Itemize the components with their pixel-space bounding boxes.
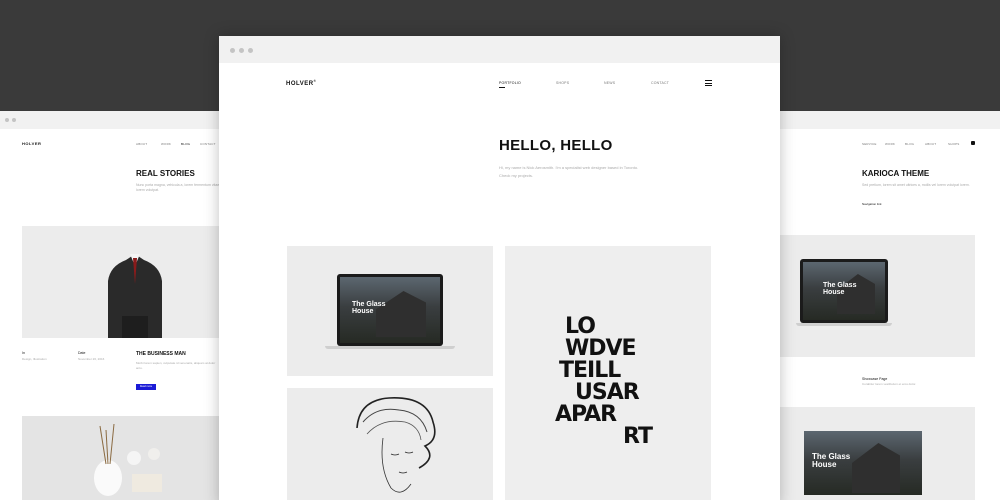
- hero-text: Hi, my name is Nick Aerosmith. I'm a spe…: [499, 165, 639, 170]
- nav-item[interactable]: WORK: [161, 142, 171, 146]
- nav-item-portfolio[interactable]: PORTFOLIO: [499, 81, 521, 85]
- hero-text-secondary: Check my projects.: [499, 173, 534, 178]
- nav-item-news[interactable]: NEWS: [604, 81, 615, 85]
- site-logo[interactable]: HOLVER: [22, 141, 41, 146]
- page-title: REAL STORIES: [136, 169, 195, 178]
- nav-item[interactable]: SHOPS: [948, 142, 960, 146]
- nav-item[interactable]: BLOG: [905, 142, 914, 146]
- nav-active-underline: [499, 87, 505, 88]
- house-thumbnail: The Glass House: [804, 431, 922, 495]
- nav-link[interactable]: Navigation link: [862, 202, 882, 206]
- meta-category: In Design, Illustration: [22, 351, 47, 361]
- window-dot-icon[interactable]: [12, 118, 16, 122]
- nav-item[interactable]: ABOUT: [136, 142, 147, 146]
- thumbnail-image[interactable]: The Glass House: [760, 407, 975, 500]
- product-image[interactable]: [22, 416, 240, 500]
- window-dot-icon[interactable]: [239, 48, 244, 53]
- caption-title: Showcase Page: [862, 377, 888, 381]
- hamburger-icon[interactable]: [705, 80, 712, 86]
- feature-image[interactable]: [22, 226, 240, 338]
- thumbnail-label: The Glass House: [812, 452, 851, 470]
- laptop-screen: The Glass House: [800, 259, 888, 323]
- intro-text: Sed pretium, lorem sit amet ultrices a, …: [862, 183, 970, 187]
- center-browser-window: HOLVER® PORTFOLIO SHOPS NEWS CONTACT HEL…: [219, 36, 780, 500]
- businessman-image: [108, 254, 162, 338]
- window-dot-icon[interactable]: [230, 48, 235, 53]
- browser-chrome: [760, 111, 1000, 129]
- typo-line: APAR: [555, 402, 617, 427]
- hero-title: HELLO, HELLO: [499, 137, 613, 154]
- caption-text: Curabitur lorem vestibulum et eros dolor…: [862, 382, 917, 386]
- portrait-sketch-image: [356, 397, 436, 493]
- nav-item[interactable]: BLOG: [181, 142, 190, 146]
- card-text: Morbi lorem sapien, vulputate id venenat…: [136, 361, 216, 370]
- portfolio-tile-sketch[interactable]: [287, 388, 493, 500]
- right-browser-window: SERVICE WORK BLOG ABOUT SHOPS KARIOCA TH…: [760, 111, 1000, 500]
- laptop-label: The Glass House: [823, 282, 857, 297]
- feature-image[interactable]: The Glass House: [760, 235, 975, 357]
- nav-item[interactable]: CONTACT: [200, 142, 216, 146]
- window-dot-icon[interactable]: [248, 48, 253, 53]
- intro-text: Nunc porta magna, vehicula a, lorem ferm…: [136, 183, 220, 192]
- nav-item-contact[interactable]: CONTACT: [651, 81, 669, 85]
- left-browser-window: HOLVER ABOUT WORK BLOG CONTACT REAL STOR…: [0, 111, 240, 500]
- browser-chrome: [219, 36, 780, 63]
- typo-line: RT: [623, 424, 653, 449]
- site-logo[interactable]: HOLVER®: [286, 79, 316, 87]
- card-title: THE BUSINESS MAN: [136, 351, 186, 357]
- nav-item[interactable]: WORK: [885, 142, 895, 146]
- window-dot-icon[interactable]: [5, 118, 9, 122]
- vase-image: [94, 423, 162, 496]
- bag-icon[interactable]: [971, 141, 975, 145]
- portfolio-tile-glass-house[interactable]: The Glass House: [287, 246, 493, 376]
- laptop-base: [796, 323, 892, 326]
- browser-chrome: [0, 111, 240, 129]
- nav-item-shops[interactable]: SHOPS: [556, 81, 569, 85]
- nav-item[interactable]: SERVICE: [862, 142, 877, 146]
- laptop-screen: The Glass House: [337, 274, 443, 346]
- meta-date: Date November 26, 2016: [78, 351, 105, 361]
- page-title: KARIOCA THEME: [862, 169, 930, 178]
- nav-item[interactable]: ABOUT: [925, 142, 936, 146]
- read-more-button[interactable]: Read more: [136, 384, 156, 390]
- portfolio-tile-typography[interactable]: LO WDVE TEILL USAR APAR RT: [505, 246, 711, 500]
- laptop-base: [325, 346, 455, 349]
- laptop-label: The Glass House: [352, 301, 386, 316]
